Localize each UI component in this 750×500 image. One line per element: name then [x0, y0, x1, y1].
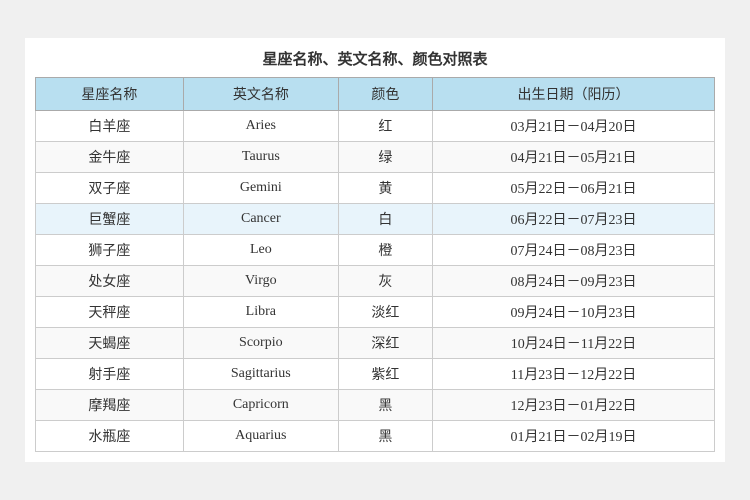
cell-english-name: Leo: [183, 235, 338, 266]
table-row: 天秤座Libra淡红09月24日－10月23日: [36, 297, 715, 328]
table-row: 水瓶座Aquarius黑01月21日－02月19日: [36, 421, 715, 452]
header-color: 颜色: [338, 78, 432, 111]
table-row: 摩羯座Capricorn黑12月23日－01月22日: [36, 390, 715, 421]
cell-english-name: Capricorn: [183, 390, 338, 421]
cell-date: 06月22日－07月23日: [432, 204, 714, 235]
table-row: 处女座Virgo灰08月24日－09月23日: [36, 266, 715, 297]
zodiac-table: 星座名称 英文名称 颜色 出生日期（阳历） 白羊座Aries红03月21日－04…: [35, 77, 715, 452]
table-body: 白羊座Aries红03月21日－04月20日金牛座Taurus绿04月21日－0…: [36, 111, 715, 452]
header-chinese-name: 星座名称: [36, 78, 184, 111]
cell-chinese-name: 摩羯座: [36, 390, 184, 421]
table-row: 射手座Sagittarius紫红11月23日－12月22日: [36, 359, 715, 390]
cell-chinese-name: 白羊座: [36, 111, 184, 142]
cell-date: 10月24日－11月22日: [432, 328, 714, 359]
cell-english-name: Taurus: [183, 142, 338, 173]
table-row: 巨蟹座Cancer白06月22日－07月23日: [36, 204, 715, 235]
cell-date: 12月23日－01月22日: [432, 390, 714, 421]
cell-english-name: Aries: [183, 111, 338, 142]
cell-color: 黑: [338, 421, 432, 452]
cell-english-name: Sagittarius: [183, 359, 338, 390]
main-container: 星座名称、英文名称、颜色对照表 星座名称 英文名称 颜色 出生日期（阳历） 白羊…: [25, 38, 725, 462]
cell-chinese-name: 狮子座: [36, 235, 184, 266]
table-header-row: 星座名称 英文名称 颜色 出生日期（阳历）: [36, 78, 715, 111]
table-row: 天蝎座Scorpio深红10月24日－11月22日: [36, 328, 715, 359]
table-row: 双子座Gemini黄05月22日－06月21日: [36, 173, 715, 204]
cell-english-name: Scorpio: [183, 328, 338, 359]
cell-chinese-name: 处女座: [36, 266, 184, 297]
cell-english-name: Cancer: [183, 204, 338, 235]
cell-date: 11月23日－12月22日: [432, 359, 714, 390]
cell-chinese-name: 金牛座: [36, 142, 184, 173]
cell-color: 深红: [338, 328, 432, 359]
cell-chinese-name: 双子座: [36, 173, 184, 204]
cell-english-name: Gemini: [183, 173, 338, 204]
cell-date: 05月22日－06月21日: [432, 173, 714, 204]
cell-color: 黄: [338, 173, 432, 204]
cell-chinese-name: 巨蟹座: [36, 204, 184, 235]
cell-color: 紫红: [338, 359, 432, 390]
cell-color: 淡红: [338, 297, 432, 328]
header-english-name: 英文名称: [183, 78, 338, 111]
cell-chinese-name: 天蝎座: [36, 328, 184, 359]
cell-color: 绿: [338, 142, 432, 173]
table-row: 金牛座Taurus绿04月21日－05月21日: [36, 142, 715, 173]
table-row: 狮子座Leo橙07月24日－08月23日: [36, 235, 715, 266]
cell-date: 04月21日－05月21日: [432, 142, 714, 173]
cell-chinese-name: 射手座: [36, 359, 184, 390]
cell-chinese-name: 水瓶座: [36, 421, 184, 452]
table-row: 白羊座Aries红03月21日－04月20日: [36, 111, 715, 142]
cell-date: 09月24日－10月23日: [432, 297, 714, 328]
cell-date: 03月21日－04月20日: [432, 111, 714, 142]
cell-color: 黑: [338, 390, 432, 421]
cell-color: 灰: [338, 266, 432, 297]
cell-english-name: Aquarius: [183, 421, 338, 452]
cell-date: 01月21日－02月19日: [432, 421, 714, 452]
cell-chinese-name: 天秤座: [36, 297, 184, 328]
cell-color: 白: [338, 204, 432, 235]
header-date: 出生日期（阳历）: [432, 78, 714, 111]
cell-date: 07月24日－08月23日: [432, 235, 714, 266]
cell-english-name: Libra: [183, 297, 338, 328]
cell-date: 08月24日－09月23日: [432, 266, 714, 297]
cell-color: 红: [338, 111, 432, 142]
cell-color: 橙: [338, 235, 432, 266]
page-title: 星座名称、英文名称、颜色对照表: [35, 48, 715, 69]
cell-english-name: Virgo: [183, 266, 338, 297]
